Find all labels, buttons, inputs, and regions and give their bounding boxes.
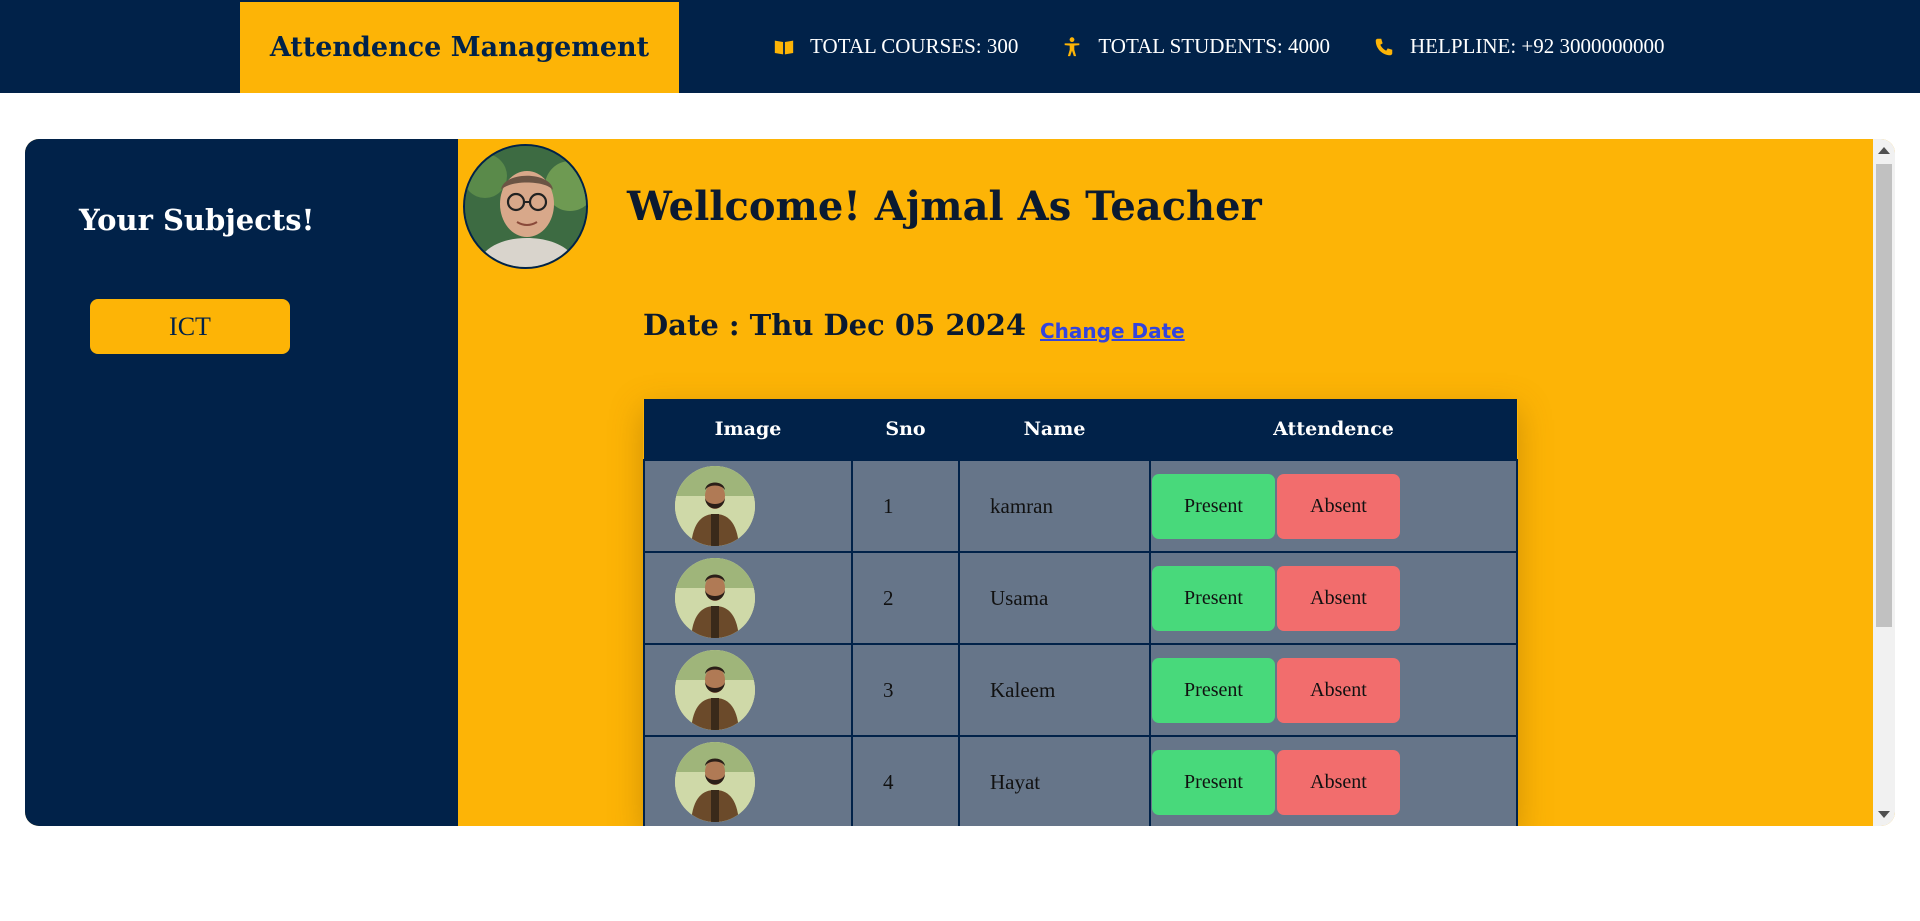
student-avatar xyxy=(675,742,755,822)
top-header: Attendence Management TOTAL COURSES: 300… xyxy=(0,0,1920,93)
present-button[interactable]: Present xyxy=(1152,473,1275,539)
stat-total-students: TOTAL STUDENTS: 4000 xyxy=(1060,34,1330,59)
attendance-actions: Present Absent xyxy=(1149,735,1518,826)
column-header-image: Image xyxy=(644,399,852,460)
present-button[interactable]: Present xyxy=(1152,565,1275,631)
student-name: Usama xyxy=(958,551,1151,645)
phone-icon xyxy=(1372,35,1396,59)
stat-label: TOTAL COURSES: 300 xyxy=(810,34,1019,58)
absent-button[interactable]: Absent xyxy=(1277,749,1400,815)
change-date-link[interactable]: Change Date xyxy=(1040,319,1185,343)
person-icon xyxy=(1060,35,1084,59)
absent-button[interactable]: Absent xyxy=(1277,473,1400,539)
student-sno: 3 xyxy=(851,643,960,737)
book-icon xyxy=(772,35,796,59)
present-button[interactable]: Present xyxy=(1152,657,1275,723)
attendance-actions: Present Absent xyxy=(1149,551,1518,645)
sidebar-title: Your Subjects! xyxy=(79,203,315,237)
scroll-down-icon[interactable] xyxy=(1878,811,1890,818)
table-row: 1 kamran Present Absent xyxy=(643,459,1518,553)
student-image-cell xyxy=(643,459,853,553)
table-header-row: Image Sno Name Attendence xyxy=(644,399,1517,460)
stats-bar: TOTAL COURSES: 300 TOTAL STUDENTS: 4000 … xyxy=(772,0,1707,93)
stat-label: HELPLINE: +92 3000000000 xyxy=(1410,34,1665,58)
table-row: 4 Hayat Present Absent xyxy=(643,735,1518,826)
student-sno: 4 xyxy=(851,735,960,826)
student-name: kamran xyxy=(958,459,1151,553)
student-name: Kaleem xyxy=(958,643,1151,737)
scroll-up-icon[interactable] xyxy=(1878,147,1890,154)
column-header-attendence: Attendence xyxy=(1150,399,1517,460)
attendance-table-wrapper: Image Sno Name Attendence 1 kamran Present… xyxy=(643,399,1518,826)
brand-logo[interactable]: Attendence Management xyxy=(240,2,679,93)
absent-button[interactable]: Absent xyxy=(1277,565,1400,631)
student-name: Hayat xyxy=(958,735,1151,826)
dashboard-panel: Your Subjects! ICT Wellcome! Ajmal As Te… xyxy=(25,139,1895,826)
student-avatar xyxy=(675,558,755,638)
subject-button-ict[interactable]: ICT xyxy=(90,299,290,354)
attendance-table: Image Sno Name Attendence 1 kamran Present… xyxy=(643,399,1518,826)
vertical-scrollbar[interactable] xyxy=(1873,139,1895,826)
main-content: Wellcome! Ajmal As Teacher Date : Thu De… xyxy=(458,139,1895,826)
present-button[interactable]: Present xyxy=(1152,749,1275,815)
absent-button[interactable]: Absent xyxy=(1277,657,1400,723)
welcome-heading: Wellcome! Ajmal As Teacher xyxy=(627,183,1262,230)
attendance-date: Date : Thu Dec 05 2024 xyxy=(643,308,1027,342)
student-sno: 1 xyxy=(851,459,960,553)
attendance-actions: Present Absent xyxy=(1149,459,1518,553)
stat-label: TOTAL STUDENTS: 4000 xyxy=(1098,34,1330,58)
student-image-cell xyxy=(643,551,853,645)
student-sno: 2 xyxy=(851,551,960,645)
scrollbar-thumb[interactable] xyxy=(1876,164,1892,627)
table-row: 2 Usama Present Absent xyxy=(643,551,1518,645)
column-header-sno: Sno xyxy=(852,399,959,460)
stat-helpline: HELPLINE: +92 3000000000 xyxy=(1372,34,1665,59)
student-image-cell xyxy=(643,735,853,826)
student-avatar xyxy=(675,466,755,546)
student-avatar xyxy=(675,650,755,730)
brand-title: Attendence Management xyxy=(269,32,650,63)
sidebar: Your Subjects! ICT xyxy=(25,139,458,826)
student-image-cell xyxy=(643,643,853,737)
column-header-name: Name xyxy=(959,399,1150,460)
attendance-actions: Present Absent xyxy=(1149,643,1518,737)
stat-total-courses: TOTAL COURSES: 300 xyxy=(772,34,1018,59)
table-row: 3 Kaleem Present Absent xyxy=(643,643,1518,737)
teacher-avatar xyxy=(463,144,588,269)
